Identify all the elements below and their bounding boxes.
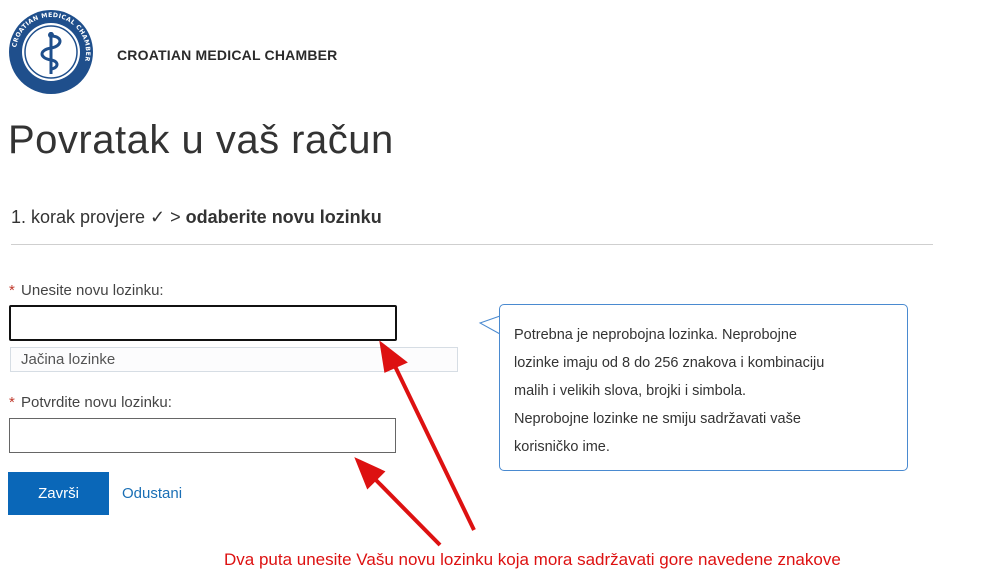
annotation-arrows [354, 340, 476, 547]
arrow-to-confirm-password [368, 472, 442, 547]
arrow-to-new-password [390, 359, 476, 531]
annotation-text: Dva puta unesite Vašu novu lozinku koja … [224, 550, 841, 569]
arrow-head-icon [379, 340, 408, 373]
